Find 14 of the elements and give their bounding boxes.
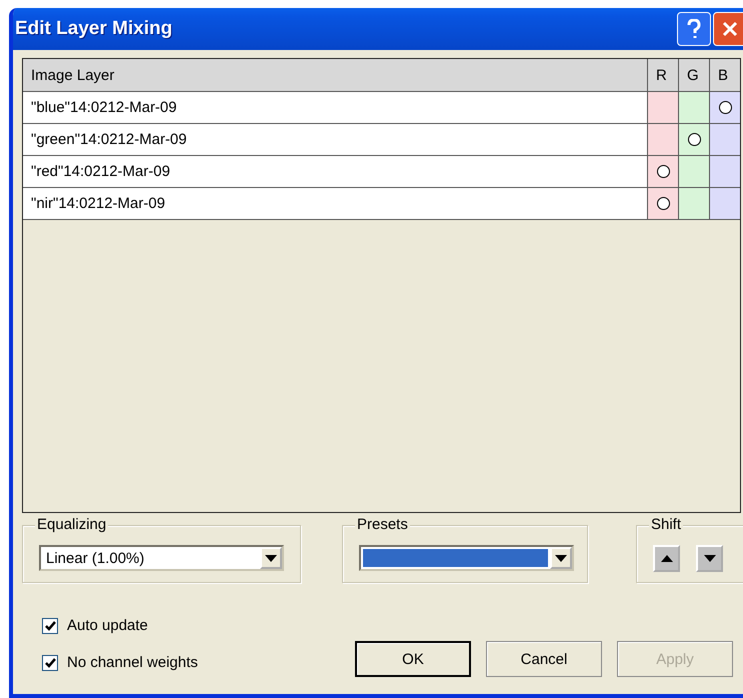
column-header: B xyxy=(709,59,740,91)
dialog-button[interactable]: Cancel xyxy=(486,641,602,677)
layer-name-cell: "red"14:0212-Mar-09 xyxy=(23,156,647,187)
column-header: G xyxy=(678,59,709,91)
column-header: R xyxy=(647,59,678,91)
equalizing-dropdown[interactable]: Linear (1.00%) xyxy=(39,545,284,571)
layer-name-cell: "green"14:0212-Mar-09 xyxy=(23,124,647,155)
layer-name-cell: "blue"14:0212-Mar-09 xyxy=(23,92,647,123)
dialog-button[interactable]: OK xyxy=(355,641,471,677)
column-header: Image Layer xyxy=(30,66,116,86)
group-label: Equalizing xyxy=(35,517,108,533)
window-title: Edit Layer Mixing xyxy=(15,18,174,40)
layer-name-cell: "nir"14:0212-Mar-09 xyxy=(23,188,647,219)
checkbox-label[interactable]: Auto update xyxy=(42,616,369,635)
